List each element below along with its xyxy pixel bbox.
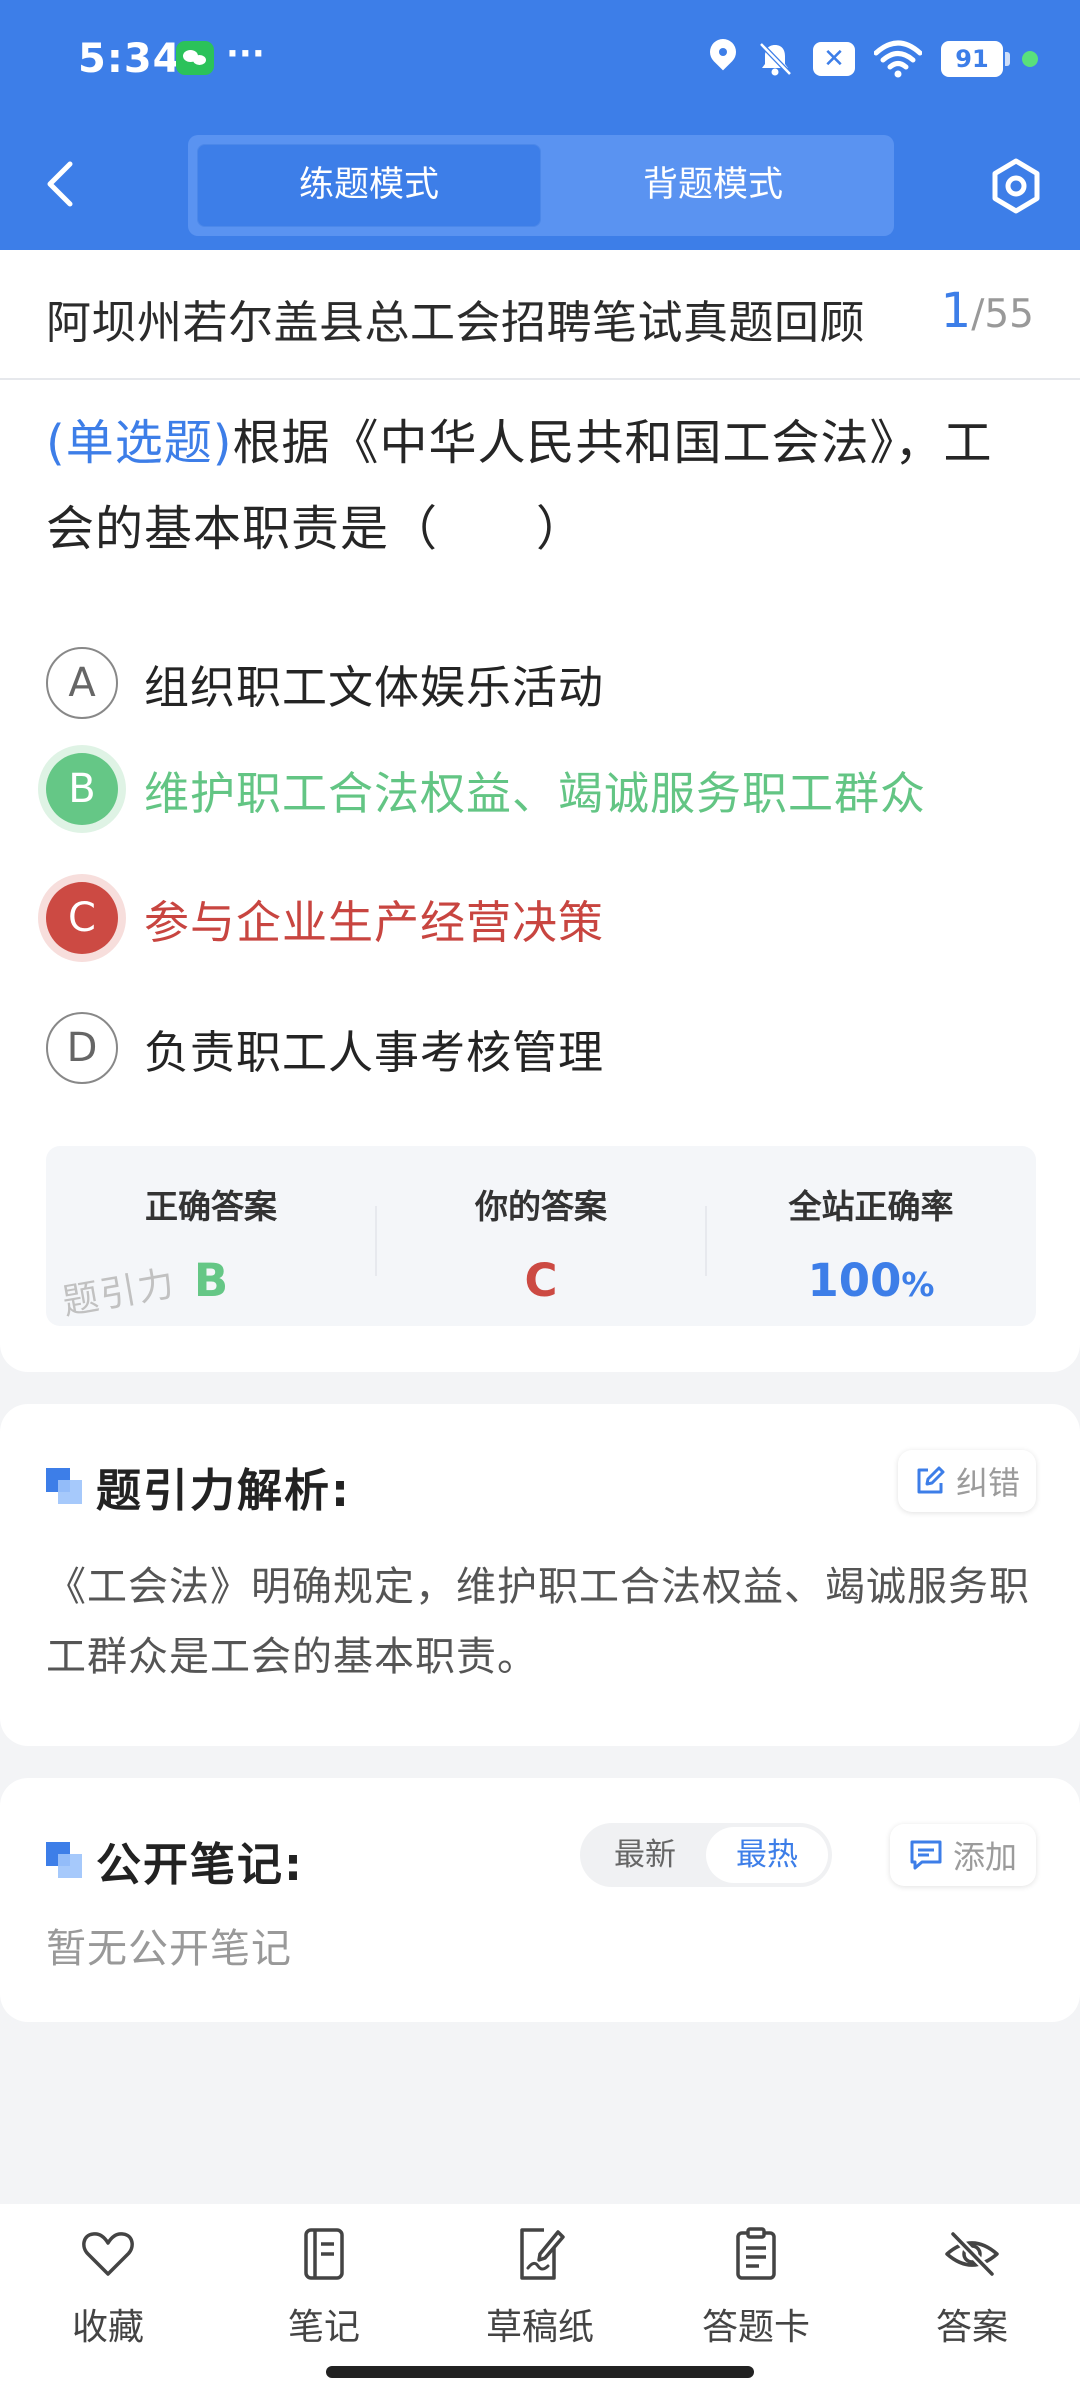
question-stem: (单选题)根据《中华人民共和国工会法》，工会的基本职责是（ ） [46, 400, 1036, 572]
x-notification-icon: ✕ [813, 42, 855, 76]
heart-icon [82, 2232, 134, 2276]
notes-card: 公开笔记: 最新 最热 添加 暂无公开笔记 [0, 1778, 1080, 2022]
draft-paper-icon [520, 2228, 565, 2280]
eye-off-icon [945, 2231, 999, 2277]
analysis-text: 《工会法》明确规定，维护职工合法权益、竭诚服务职工群众是工会的基本职责。 [46, 1564, 1030, 1680]
tab-answer-sheet[interactable]: 答题卡 [666, 2224, 846, 2374]
tab-memorize-mode[interactable]: 背题模式 [541, 144, 885, 227]
option-text: 维护职工合法权益、竭诚服务职工群众 [144, 766, 927, 820]
analysis-title: 题引力解析: [46, 1454, 351, 1519]
status-time: 5:34 [78, 36, 182, 82]
tab-favorite[interactable]: 收藏 [18, 2224, 198, 2374]
option-letter: C [46, 882, 118, 954]
location-icon [709, 39, 737, 79]
settings-icon[interactable] [986, 156, 1046, 216]
answer-summary: 正确答案 B 你的答案 C 全站正确率 100% 题引力 [46, 1146, 1036, 1326]
add-note-label: 添加 [952, 1838, 1017, 1876]
back-icon[interactable] [40, 158, 80, 210]
current-question-number: 1 [940, 283, 972, 339]
tab-practice-mode[interactable]: 练题模式 [197, 144, 541, 227]
option-a[interactable]: A 组织职工文体娱乐活动 [46, 646, 1036, 720]
paper-title-row: 阿坝州若尔盖县总工会招聘笔试真题回顾 1/55 [0, 250, 1080, 380]
bell-muted-icon [759, 42, 792, 76]
option-b[interactable]: B 维护职工合法权益、竭诚服务职工群众 [46, 752, 1036, 826]
tab-draft-paper[interactable]: 草稿纸 [450, 2224, 630, 2374]
edit-icon [917, 1466, 945, 1494]
tab-notes[interactable]: 笔记 [234, 2224, 414, 2374]
answer-sheet-icon [736, 2227, 776, 2280]
accuracy-label: 全站正确率 [788, 1187, 954, 1226]
wifi-icon [874, 40, 922, 78]
your-answer-block: 你的答案 C [376, 1146, 706, 1326]
notes-title-text: 公开笔记: [96, 1838, 304, 1891]
paper-title: 阿坝州若尔盖县总工会招聘笔试真题回顾 [46, 296, 866, 349]
empty-notes-text: 暂无公开笔记 [46, 1926, 292, 1972]
tab-answer[interactable]: 答案 [882, 2224, 1062, 2374]
option-letter: A [46, 647, 118, 719]
section-squares-icon [46, 1841, 84, 1880]
report-error-label: 纠错 [955, 1464, 1020, 1502]
tab-label: 答案 [935, 2307, 1008, 2348]
wechat-icon [176, 41, 214, 75]
accuracy-number: 100 [807, 1254, 902, 1307]
tab-label: 笔记 [287, 2307, 360, 2348]
question-counter[interactable]: 1/55 [941, 283, 1034, 339]
status-bar: 5:34 ··· ✕ 91 [0, 0, 1080, 120]
counter-separator: / [971, 292, 985, 337]
accuracy-block: 全站正确率 100% [706, 1146, 1036, 1326]
add-note-button[interactable]: 添加 [890, 1824, 1036, 1886]
your-answer-label: 你的答案 [475, 1187, 607, 1226]
tab-label: 收藏 [71, 2307, 144, 2348]
notes-title: 公开笔记: [46, 1828, 304, 1893]
option-c[interactable]: C 参与企业生产经营决策 [46, 881, 1036, 955]
notebook-icon [304, 2228, 344, 2280]
total-questions: 55 [984, 292, 1034, 337]
section-squares-icon [46, 1467, 84, 1506]
more-notifications-icon: ··· [226, 34, 265, 74]
analysis-card: 题引力解析: 纠错 《工会法》明确规定，维护职工合法权益、竭诚服务职工群众是工会… [0, 1404, 1080, 1746]
correct-answer-label: 正确答案 [145, 1187, 277, 1226]
notes-sort-toggle: 最新 最热 [580, 1823, 832, 1887]
sort-latest[interactable]: 最新 [584, 1827, 706, 1883]
option-d[interactable]: D 负责职工人事考核管理 [46, 1011, 1036, 1085]
tab-label: 答题卡 [701, 2307, 810, 2348]
home-indicator[interactable] [326, 2366, 754, 2378]
your-answer-value: C [524, 1254, 558, 1307]
option-text: 组织职工文体娱乐活动 [144, 660, 605, 714]
option-text: 参与企业生产经营决策 [144, 895, 605, 949]
battery-indicator: 91 [941, 41, 1010, 77]
question-type: (单选题) [46, 415, 233, 471]
report-error-button[interactable]: 纠错 [898, 1450, 1036, 1512]
tab-label: 草稿纸 [485, 2307, 594, 2348]
sort-hottest[interactable]: 最热 [706, 1827, 828, 1883]
status-icons: ✕ 91 [709, 34, 1038, 84]
accuracy-value: 100% [706, 1254, 1036, 1307]
comment-icon [910, 1840, 942, 1870]
app-header: 5:34 ··· ✕ 91 练题模式 背题模式 [0, 0, 1080, 250]
option-text: 负责职工人事考核管理 [144, 1025, 605, 1079]
privacy-dot [1022, 51, 1038, 67]
option-letter: D [46, 1012, 118, 1084]
analysis-title-text: 题引力解析: [96, 1464, 351, 1517]
accuracy-unit: % [901, 1265, 935, 1304]
option-letter: B [46, 753, 118, 825]
mode-switch: 练题模式 背题模式 [188, 135, 894, 236]
